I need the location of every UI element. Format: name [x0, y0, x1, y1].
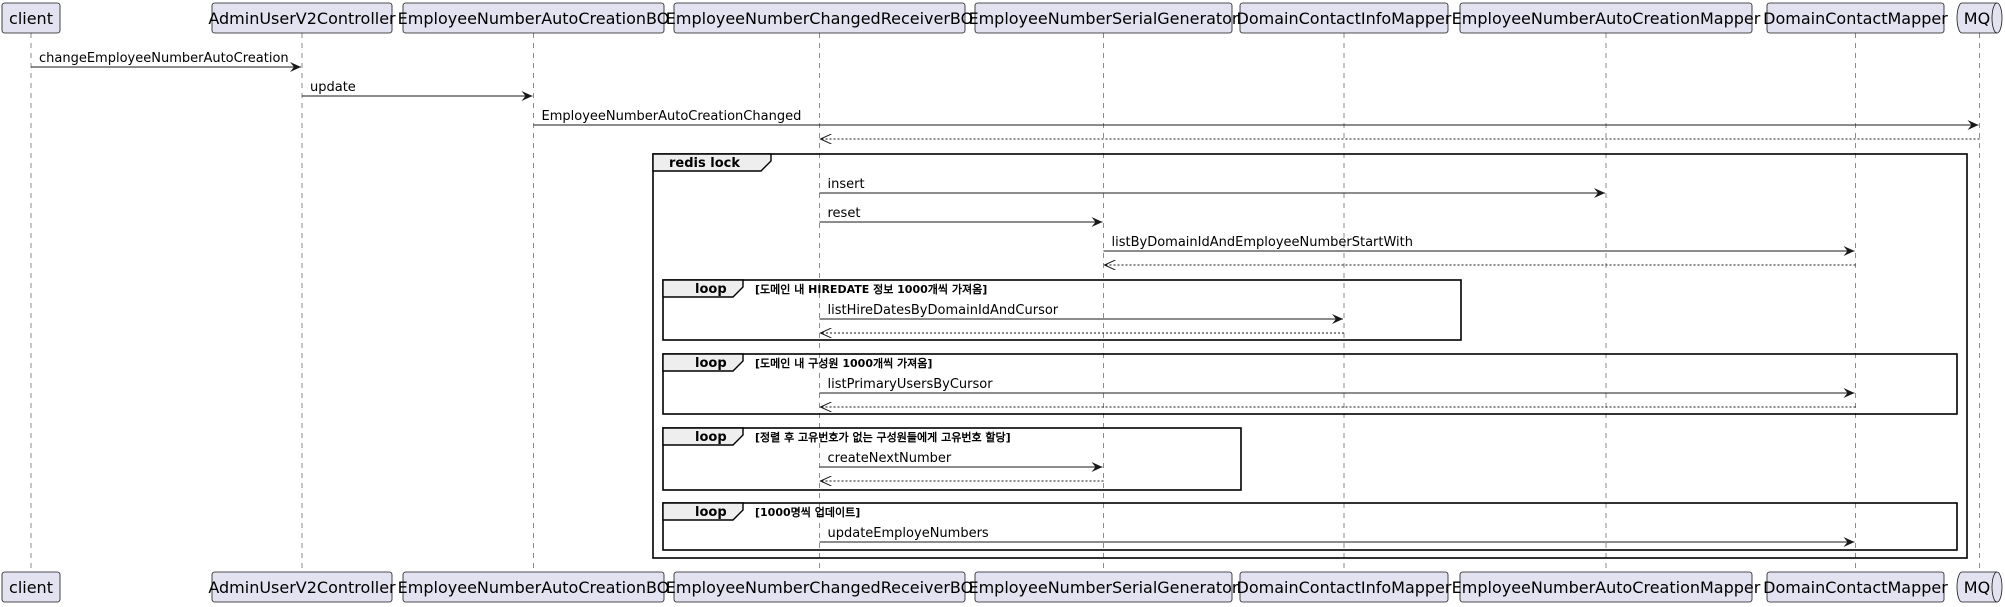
message-label: EmployeeNumberAutoCreationChanged: [542, 109, 802, 124]
message-label: createNextNumber: [828, 451, 952, 466]
frame-condition: [1000명씩 업데이트]: [755, 505, 860, 519]
frame-title: loop: [695, 505, 727, 520]
message-reset: reset: [819, 206, 1103, 227]
participant-dcm-bottom: DomainContactMapper: [1763, 571, 1948, 603]
participant-mq-bottom: MQ: [1956, 571, 2003, 603]
message-listHireDatesByDomainIdAndCursor: listHireDatesByDomainIdAndCursor: [819, 303, 1343, 324]
participant-ctrl-bottom: AdminUserV2Controller: [208, 571, 396, 603]
participant-label: MQ: [1964, 9, 1990, 28]
message-label: changeEmployeeNumberAutoCreation: [39, 51, 289, 66]
message-label: listHireDatesByDomainIdAndCursor: [828, 303, 1059, 318]
participant-client-bottom: client: [1, 571, 61, 603]
frame-title: loop: [695, 430, 727, 445]
participant-label: AdminUserV2Controller: [208, 578, 396, 597]
participant-encm-top: EmployeeNumberAutoCreationMapper: [1452, 2, 1761, 34]
participant-label: EmployeeNumberAutoCreationMapper: [1452, 9, 1761, 28]
participant-label: EmployeeNumberSerialGenerator: [968, 9, 1238, 28]
frame-condition: [도메인 내 구성원 1000개씩 가져옴]: [755, 356, 932, 370]
frame-loop-1: loop [도메인 내 HIREDATE 정보 1000개씩 가져옴]: [662, 279, 1462, 341]
participant-label: DomainContactMapper: [1763, 9, 1948, 28]
frame-title: loop: [695, 356, 727, 371]
participant-dcim-top: DomainContactInfoMapper: [1237, 2, 1452, 34]
frame-title: loop: [695, 282, 727, 297]
participant-label: EmployeeNumberSerialGenerator: [968, 578, 1238, 597]
participant-bo-top: EmployeeNumberAutoCreationBO: [398, 2, 670, 34]
participant-mq-top: MQ: [1956, 2, 2003, 34]
participant-label: AdminUserV2Controller: [208, 9, 396, 28]
participant-encm-bottom: EmployeeNumberAutoCreationMapper: [1452, 571, 1761, 603]
message-EmployeeNumberAutoCreationChanged: EmployeeNumberAutoCreationChanged: [533, 109, 1979, 130]
participant-gen-top: EmployeeNumberSerialGenerator: [968, 2, 1239, 34]
frame-condition: [정렬 후 고유번호가 없는 구성원들에게 고유번호 할당]: [755, 430, 1011, 444]
participant-label: DomainContactInfoMapper: [1237, 578, 1452, 597]
message-label: updateEmployeNumbers: [828, 526, 989, 541]
message-listPrimaryUsersByCursor: listPrimaryUsersByCursor: [819, 377, 1855, 398]
participant-recv-bottom: EmployeeNumberChangedReceiverBO: [666, 571, 973, 603]
frame-condition: [도메인 내 HIREDATE 정보 1000개씩 가져옴]: [755, 282, 987, 296]
message-update: update: [302, 80, 533, 101]
message-changeEmployeeNumberAutoCreation: changeEmployeeNumberAutoCreation: [31, 51, 301, 72]
participant-ctrl-top: AdminUserV2Controller: [208, 2, 396, 34]
message-insert: insert: [819, 177, 1605, 198]
message-label: listPrimaryUsersByCursor: [828, 377, 994, 392]
message-label: listByDomainIdAndEmployeeNumberStartWith: [1112, 235, 1414, 250]
message-listByDomainIdAndEmployeeNumberStartWith: listByDomainIdAndEmployeeNumberStartWith: [1103, 235, 1855, 256]
participant-gen-bottom: EmployeeNumberSerialGenerator: [968, 571, 1239, 603]
participant-label: MQ: [1964, 578, 1990, 597]
message-createNextNumber: createNextNumber: [819, 451, 1103, 472]
participant-label: DomainContactInfoMapper: [1237, 9, 1452, 28]
message-label: reset: [828, 206, 861, 221]
participant-label: EmployeeNumberAutoCreationBO: [398, 578, 670, 597]
participant-client-top: client: [1, 2, 61, 34]
frame-title: redis lock: [669, 156, 740, 171]
participant-label: EmployeeNumberAutoCreationMapper: [1452, 578, 1761, 597]
participant-label: client: [9, 9, 53, 28]
participant-label: EmployeeNumberChangedReceiverBO: [666, 9, 973, 28]
participant-label: EmployeeNumberAutoCreationBO: [398, 9, 670, 28]
participant-label: client: [9, 578, 53, 597]
message-label: update: [310, 80, 356, 95]
participant-dcm-top: DomainContactMapper: [1763, 2, 1948, 34]
sequence-diagram: redis lock loop [도메인 내 HIREDATE 정보 1000개씩 …: [1, 2, 2003, 603]
participant-recv-top: EmployeeNumberChangedReceiverBO: [666, 2, 973, 34]
message-label: insert: [828, 177, 865, 192]
message-updateEmployeNumbers: updateEmployeNumbers: [819, 526, 1855, 547]
participant-label: DomainContactMapper: [1763, 578, 1948, 597]
frame-loop-3: loop [정렬 후 고유번호가 없는 구성원들에게 고유번호 할당]: [662, 427, 1242, 491]
participant-bo-bottom: EmployeeNumberAutoCreationBO: [398, 571, 670, 603]
participant-label: EmployeeNumberChangedReceiverBO: [666, 578, 973, 597]
participant-dcim-bottom: DomainContactInfoMapper: [1237, 571, 1452, 603]
